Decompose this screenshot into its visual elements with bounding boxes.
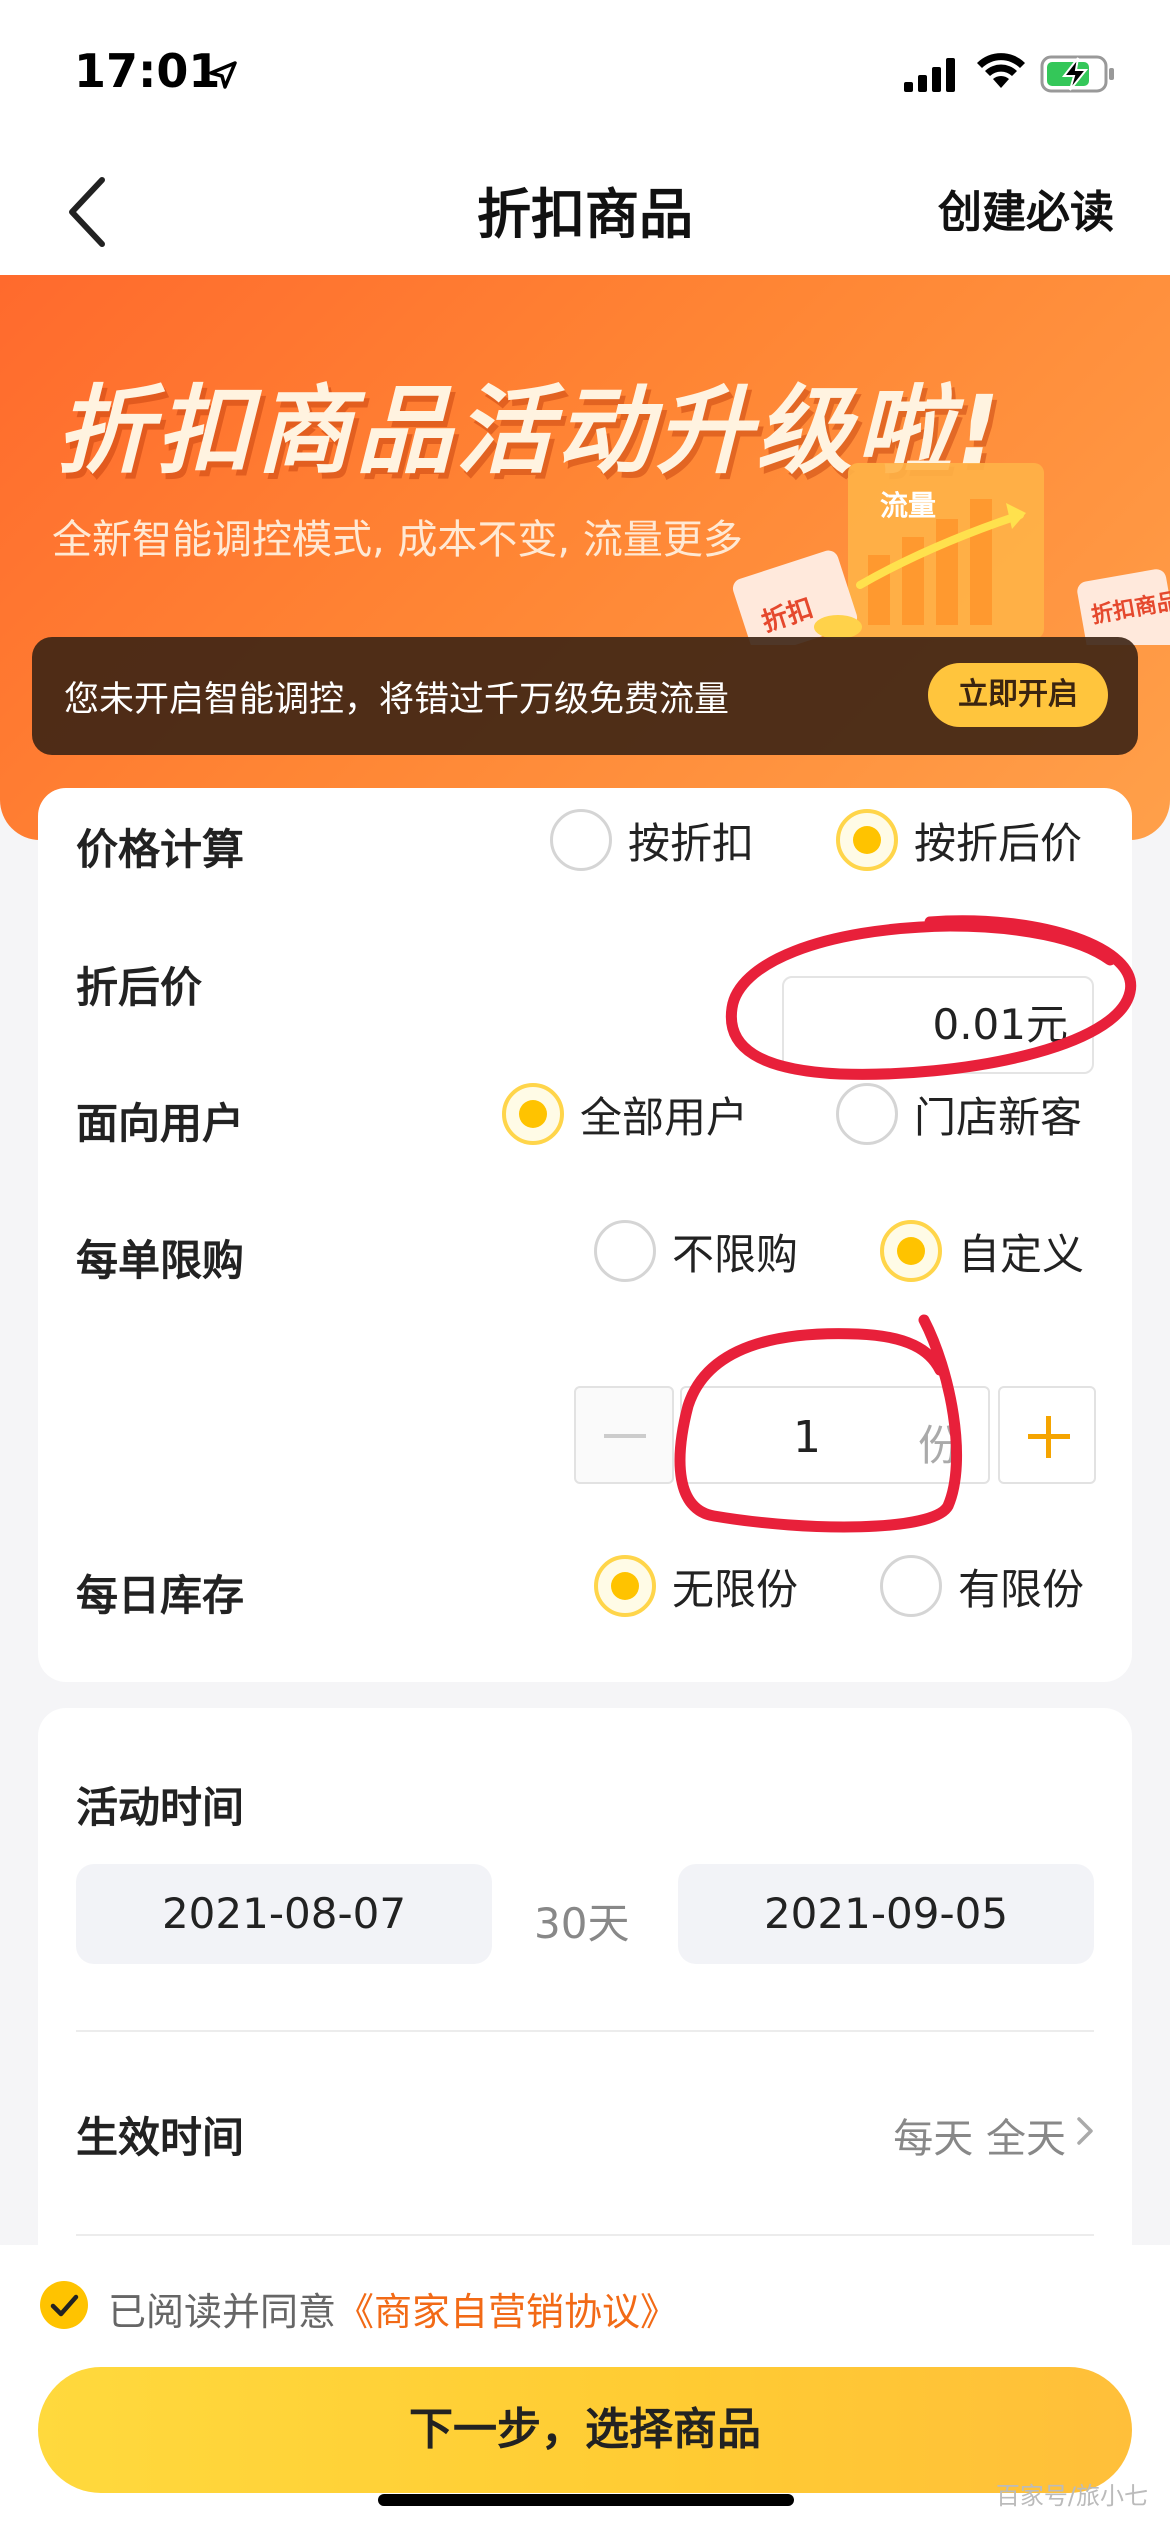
radio-label: 自定义 [958, 1229, 1085, 1279]
per-order-limit-label: 每单限购 [76, 1236, 245, 1285]
traffic-chart-illustration: 流量 折扣 折扣商品 [732, 463, 1170, 645]
wifi-icon [976, 52, 1026, 94]
end-date-picker[interactable]: 2021-09-05 [678, 1864, 1094, 1964]
radio-unchecked-icon [836, 1083, 898, 1145]
location-arrow-icon [208, 60, 238, 94]
radio-unchecked-icon [594, 1220, 656, 1282]
daily-stock-label: 每日库存 [76, 1571, 245, 1620]
banner-subtitle: 全新智能调控模式, 成本不变, 流量更多 [52, 517, 743, 563]
radio-by-discounted-price[interactable]: 按折后价 [836, 808, 1082, 872]
smart-control-notice: 您未开启智能调控，将错过千万级免费流量 立即开启 [32, 637, 1138, 755]
radio-checked-icon [880, 1220, 942, 1282]
start-date-picker[interactable]: 2021-08-07 [76, 1864, 492, 1964]
agreement-checkbox[interactable] [38, 2279, 90, 2335]
notice-text: 您未开启智能调控，将错过千万级免费流量 [64, 680, 730, 720]
radio-limited-stock[interactable]: 有限份 [880, 1554, 1084, 1618]
home-indicator [378, 2494, 794, 2506]
next-select-goods-button[interactable]: 下一步，选择商品 [38, 2367, 1132, 2493]
activity-time-label: 活动时间 [76, 1783, 245, 1832]
divider [76, 2030, 1094, 2032]
agreement-prefix: 已阅读并同意 [108, 2290, 337, 2334]
radio-label: 门店新客 [914, 1092, 1083, 1142]
status-bar: 17:01 [0, 0, 1170, 150]
radio-by-discount[interactable]: 按折扣 [550, 808, 754, 872]
duration-text: 30天 [534, 1899, 630, 1948]
radio-label: 不限购 [672, 1229, 799, 1279]
target-users-row: 面向用户 全部用户 门店新客 [38, 1062, 1132, 1162]
watermark: 百家号/旅小七 [995, 2482, 1148, 2510]
radio-label: 按折后价 [914, 818, 1083, 868]
radio-label: 全部用户 [580, 1092, 749, 1142]
radio-no-limit[interactable]: 不限购 [594, 1219, 798, 1283]
radio-unlimited-stock[interactable]: 无限份 [594, 1554, 798, 1618]
agreement-link[interactable]: 《商家自营销协议》 [336, 2290, 678, 2334]
quantity-unit: 份 [917, 1421, 960, 1470]
radio-checked-icon [594, 1555, 656, 1617]
cellular-signal-icon [904, 58, 960, 96]
discount-settings-card: 价格计算 按折扣 按折后价 折后价 0.01元 面向用户 全部用户 门店新客 每… [38, 788, 1132, 1682]
radio-checked-icon [502, 1083, 564, 1145]
quantity-input[interactable]: 1 份 [680, 1386, 990, 1484]
radio-label: 无限份 [672, 1564, 799, 1614]
agreement-text: 已阅读并同意《商家自营销协议》 [108, 2281, 678, 2336]
enable-now-button[interactable]: 立即开启 [928, 663, 1108, 727]
increment-button[interactable] [998, 1386, 1096, 1484]
effective-time-value[interactable]: 每天 全天 [893, 2106, 1066, 2164]
radio-unchecked-icon [550, 809, 612, 871]
radio-unchecked-icon [880, 1555, 942, 1617]
radio-all-users[interactable]: 全部用户 [502, 1082, 748, 1146]
battery-charging-icon [1040, 54, 1116, 98]
deco-label-traffic: 流量 [880, 489, 936, 522]
radio-custom-limit[interactable]: 自定义 [880, 1219, 1084, 1283]
promo-banner[interactable]: 折扣商品活动升级啦! 全新智能调控模式, 成本不变, 流量更多 流量 折扣 折扣… [0, 275, 1170, 840]
chevron-right-icon[interactable] [1076, 2116, 1094, 2150]
radio-label: 按折扣 [628, 818, 755, 868]
bottom-action-bar: 已阅读并同意《商家自营销协议》 下一步，选择商品 [0, 2245, 1170, 2532]
price-calc-label: 价格计算 [76, 825, 245, 874]
radio-checked-icon [836, 809, 898, 871]
effective-time-label: 生效时间 [76, 2113, 245, 2162]
divider [76, 2234, 1094, 2236]
decrement-button[interactable] [574, 1386, 674, 1484]
create-guide-link[interactable]: 创建必读 [938, 176, 1114, 240]
radio-new-store-customers[interactable]: 门店新客 [836, 1082, 1082, 1146]
quantity-value: 1 [793, 1412, 821, 1463]
daily-stock-row: 每日库存 无限份 有限份 [38, 1534, 1132, 1634]
price-calc-row: 价格计算 按折扣 按折后价 [38, 788, 1132, 888]
quantity-stepper: 1 份 [574, 1386, 1096, 1484]
discounted-price-label: 折后价 [76, 963, 203, 1012]
discounted-price-input[interactable]: 0.01元 [782, 976, 1094, 1074]
target-users-label: 面向用户 [76, 1099, 245, 1148]
per-order-limit-row: 每单限购 不限购 自定义 [38, 1199, 1132, 1299]
radio-label: 有限份 [958, 1564, 1085, 1614]
navigation-bar: 折扣商品 创建必读 [0, 150, 1170, 275]
status-time: 17:01 [74, 44, 221, 98]
